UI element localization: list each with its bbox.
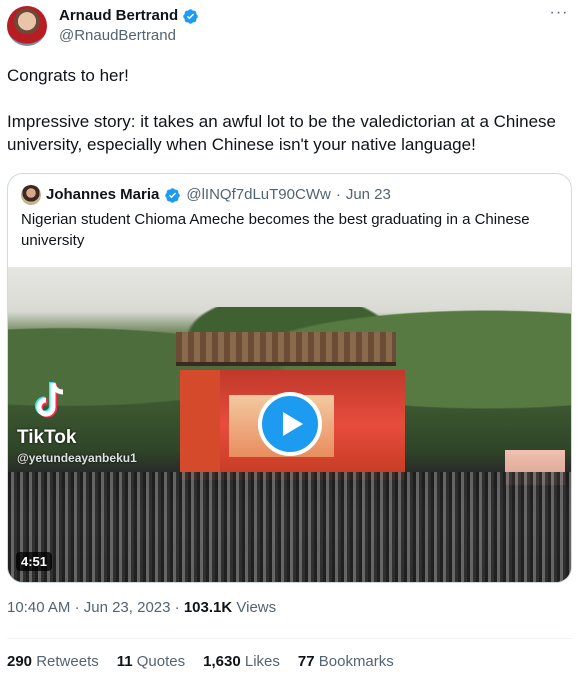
quoted-tweet[interactable]: Johannes Maria @lINQf7dLuT90CWw · Jun 23… [7,173,572,583]
tweet-text: Congrats to her! Impressive story: it ta… [7,64,572,156]
video-scene [180,370,220,480]
likes-stat[interactable]: 1,630 Likes [203,653,280,671]
tweet-meta: 10:40 AM · Jun 23, 2023 · 103.1K Views [7,599,276,617]
verified-badge-icon [165,187,181,203]
tweet-stats: 290 Retweets 11 Quotes 1,630 Likes 77 Bo… [7,653,394,671]
retweets-count: 290 [7,653,33,670]
quoted-author-handle: @lINQf7dLuT90CWw [186,186,331,203]
author-name-text[interactable]: Arnaud Bertrand [59,7,178,25]
quoted-author-avatar [21,185,41,205]
divider [7,638,572,639]
author-handle[interactable]: @RnaudBertrand [59,27,176,45]
likes-label: Likes [244,653,280,670]
quoted-separator: · [335,186,341,203]
meta-separator: · [174,599,180,616]
likes-count: 1,630 [203,653,241,670]
tiktok-watermark-user: @yetundeayanbeku1 [17,451,137,465]
tweet-date[interactable]: Jun 23, 2023 [84,599,171,616]
video-scene [8,472,571,582]
author-avatar[interactable] [7,6,47,46]
quotes-stat[interactable]: 11 Quotes [117,653,185,671]
tiktok-watermark: TikTok [17,427,77,448]
quotes-label: Quotes [136,653,186,670]
bookmarks-stat[interactable]: 77 Bookmarks [298,653,394,671]
play-icon [283,412,303,436]
meta-separator: · [74,599,80,616]
tweet-time[interactable]: 10:40 AM [7,599,70,616]
views-label: Views [236,599,277,616]
bookmarks-label: Bookmarks [318,653,394,670]
quoted-date: Jun 23 [345,186,391,203]
video-duration: 4:51 [16,552,53,571]
bookmarks-count: 77 [297,653,315,670]
video-scene [176,332,396,366]
verified-badge-icon [183,8,198,24]
play-button[interactable] [258,392,322,456]
retweets-label: Retweets [36,653,99,670]
tweet-line-2: Impressive story: it takes an awful lot … [7,112,556,154]
views-count: 103.1K [183,599,233,616]
quoted-tweet-text: Nigerian student Chioma Ameche becomes t… [21,211,530,249]
tiktok-logo-icon [35,382,64,418]
author-name[interactable]: Arnaud Bertrand [59,7,199,25]
quoted-tweet-header: Johannes Maria @lINQf7dLuT90CWw · Jun 23 [21,185,391,205]
quotes-count: 11 [116,653,133,670]
more-options-icon[interactable]: ··· [549,5,569,24]
video-player[interactable]: TikTok @yetundeayanbeku1 4:51 [8,267,571,582]
quoted-author-name: Johannes Maria [46,186,160,203]
retweets-stat[interactable]: 290 Retweets [7,653,99,671]
tweet-line-1: Congrats to her! [7,66,129,85]
